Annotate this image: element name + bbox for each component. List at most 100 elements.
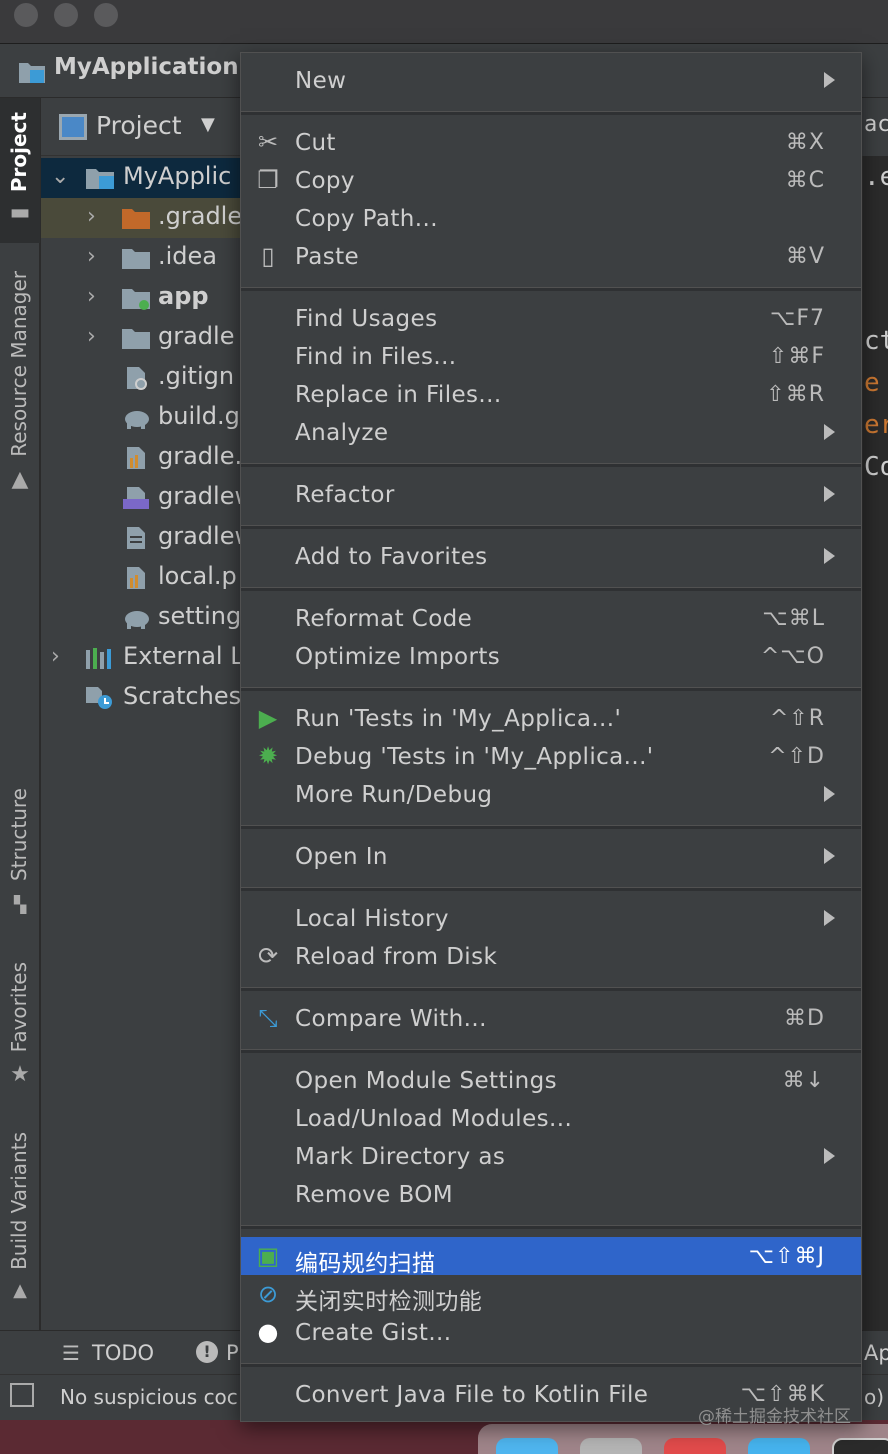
project-view-selector[interactable]: Project bbox=[96, 111, 182, 140]
status-fragment: o) bbox=[864, 1385, 885, 1409]
menu-item-open-module-settings[interactable]: Open Module Settings ⌘↓ bbox=[241, 1061, 861, 1099]
dock-app-icon[interactable] bbox=[580, 1438, 642, 1454]
menu-separator bbox=[241, 111, 861, 115]
menu-item-find-usages[interactable]: Find Usages ⌥F7 bbox=[241, 299, 861, 337]
code-fragment: e bbox=[864, 368, 880, 398]
problems-icon: ! bbox=[196, 1341, 218, 1363]
menu-item-debug-tests[interactable]: ✹ Debug 'Tests in 'My_Applica...' ^⇧D bbox=[241, 737, 861, 775]
menu-item-reformat-code[interactable]: Reformat Code ⌥⌘L bbox=[241, 599, 861, 637]
list-icon: ☰ bbox=[62, 1341, 80, 1365]
chevron-down-icon[interactable]: ⌄ bbox=[51, 164, 69, 189]
editor-area[interactable] bbox=[862, 98, 888, 1330]
menu-item-mark-directory-as[interactable]: Mark Directory as bbox=[241, 1137, 861, 1175]
folder-icon bbox=[122, 249, 150, 269]
menu-separator bbox=[241, 463, 861, 467]
menu-item-analyze[interactable]: Analyze bbox=[241, 413, 861, 451]
menu-separator bbox=[241, 887, 861, 891]
star-icon: ★ bbox=[10, 1062, 30, 1087]
menu-separator bbox=[241, 825, 861, 829]
code-fragment: ct bbox=[864, 326, 888, 356]
tool-tab-build-variants[interactable]: Build Variants ▲ bbox=[0, 1128, 40, 1308]
scissors-icon: ✂ bbox=[257, 128, 279, 156]
clipboard-icon: ▯ bbox=[261, 242, 275, 270]
layout-toggle-icon[interactable] bbox=[10, 1383, 34, 1407]
submenu-arrow-icon bbox=[824, 72, 835, 88]
gradle-elephant-icon bbox=[125, 611, 149, 629]
tool-tab-resource-manager[interactable]: Resource Manager ▲ bbox=[0, 263, 40, 503]
tool-tab-project[interactable]: Project ▬ bbox=[0, 98, 40, 243]
chevron-right-icon[interactable]: › bbox=[87, 204, 96, 229]
menu-item-copy[interactable]: ❐ Copy ⌘C bbox=[241, 161, 861, 199]
structure-icon: ▚ bbox=[13, 895, 27, 914]
menu-item-close-realtime-check[interactable]: ⊘ 关闭实时检测功能 bbox=[241, 1275, 861, 1315]
menu-item-reload-from-disk[interactable]: ⟳ Reload from Disk bbox=[241, 937, 861, 975]
dock-app-icon[interactable] bbox=[748, 1438, 810, 1454]
menu-item-more-run-debug[interactable]: More Run/Debug bbox=[241, 775, 861, 813]
resources-icon: ▲ bbox=[11, 467, 29, 492]
menu-item-copy-path[interactable]: Copy Path... bbox=[241, 199, 861, 237]
ignored-file-icon bbox=[127, 367, 147, 390]
chevron-right-icon[interactable]: › bbox=[87, 284, 96, 309]
todo-tab[interactable]: TODO bbox=[92, 1341, 154, 1365]
zoom-window-button[interactable] bbox=[94, 3, 118, 27]
menu-separator bbox=[241, 587, 861, 591]
project-view-icon bbox=[59, 114, 87, 140]
status-message: No suspicious coc bbox=[60, 1385, 238, 1409]
menu-item-compare-with[interactable]: ⤡ Compare With... ⌘D bbox=[241, 999, 861, 1037]
menu-item-add-to-favorites[interactable]: Add to Favorites bbox=[241, 537, 861, 575]
menu-item-cut[interactable]: ✂ Cut ⌘X bbox=[241, 123, 861, 161]
run-icon: ▶ bbox=[258, 704, 278, 732]
menu-item-load-unload-modules[interactable]: Load/Unload Modules... bbox=[241, 1099, 861, 1137]
tool-tab-fragment[interactable]: Ap bbox=[864, 1341, 888, 1365]
submenu-arrow-icon bbox=[824, 786, 835, 802]
chevron-right-icon[interactable]: › bbox=[87, 244, 96, 269]
scratches-icon bbox=[86, 687, 112, 709]
menu-item-refactor[interactable]: Refactor bbox=[241, 475, 861, 513]
breadcrumb-project[interactable]: MyApplication bbox=[54, 54, 239, 80]
submenu-arrow-icon bbox=[824, 848, 835, 864]
menu-item-new[interactable]: New bbox=[241, 61, 861, 99]
copy-icon: ❐ bbox=[257, 166, 279, 194]
folder-icon: ▬ bbox=[9, 200, 31, 225]
dock-calendar-icon[interactable] bbox=[664, 1438, 726, 1454]
menu-item-replace-in-files[interactable]: Replace in Files... ⇧⌘R bbox=[241, 375, 861, 413]
properties-file-icon bbox=[127, 447, 145, 469]
menu-item-run-tests[interactable]: ▶ Run 'Tests in 'My_Applica...' ^⇧R bbox=[241, 699, 861, 737]
menu-item-paste[interactable]: ▯ Paste ⌘V bbox=[241, 237, 861, 275]
project-folder-icon bbox=[19, 63, 45, 83]
title-bar bbox=[0, 0, 888, 44]
chevron-right-icon[interactable]: › bbox=[87, 324, 96, 349]
menu-item-optimize-imports[interactable]: Optimize Imports ^⌥O bbox=[241, 637, 861, 675]
cpp-file-icon bbox=[123, 487, 149, 509]
submenu-arrow-icon bbox=[824, 486, 835, 502]
android-module-icon bbox=[122, 289, 150, 310]
folder-icon bbox=[122, 329, 150, 349]
menu-item-code-scan[interactable]: ▣ 编码规约扫描 ⌥⇧⌘J bbox=[241, 1237, 861, 1277]
bug-icon: ✹ bbox=[257, 742, 279, 770]
dock-app-icon[interactable] bbox=[496, 1438, 558, 1454]
close-window-button[interactable] bbox=[14, 3, 38, 27]
menu-item-open-in[interactable]: Open In bbox=[241, 837, 861, 875]
submenu-arrow-icon bbox=[824, 424, 835, 440]
libraries-icon bbox=[86, 648, 111, 669]
problems-tab[interactable]: P bbox=[226, 1341, 239, 1365]
menu-item-find-in-files[interactable]: Find in Files... ⇧⌘F bbox=[241, 337, 861, 375]
menu-separator bbox=[241, 525, 861, 529]
tool-tab-favorites[interactable]: Favorites ★ bbox=[0, 958, 40, 1093]
menu-item-remove-bom[interactable]: Remove BOM bbox=[241, 1175, 861, 1213]
text-file-icon bbox=[127, 527, 145, 549]
submenu-arrow-icon bbox=[824, 910, 835, 926]
menu-item-local-history[interactable]: Local History bbox=[241, 899, 861, 937]
minimize-window-button[interactable] bbox=[54, 3, 78, 27]
tool-tab-structure[interactable]: Structure ▚ bbox=[0, 784, 40, 919]
properties-file-icon bbox=[127, 567, 145, 589]
chevron-down-icon[interactable]: ▼ bbox=[201, 114, 215, 135]
dock-app-icon[interactable] bbox=[832, 1438, 888, 1454]
scan-icon: ▣ bbox=[256, 1242, 280, 1270]
code-fragment: Co bbox=[864, 452, 888, 482]
tool-window-strip: Project ▬ Resource Manager ▲ Structure ▚… bbox=[0, 98, 40, 1330]
menu-item-create-gist[interactable]: ● Create Gist... bbox=[241, 1313, 861, 1351]
editor-tab-label: ac bbox=[864, 112, 888, 137]
chevron-right-icon[interactable]: › bbox=[51, 644, 60, 669]
watermark: @稀土掘金技术社区 bbox=[698, 1407, 851, 1427]
